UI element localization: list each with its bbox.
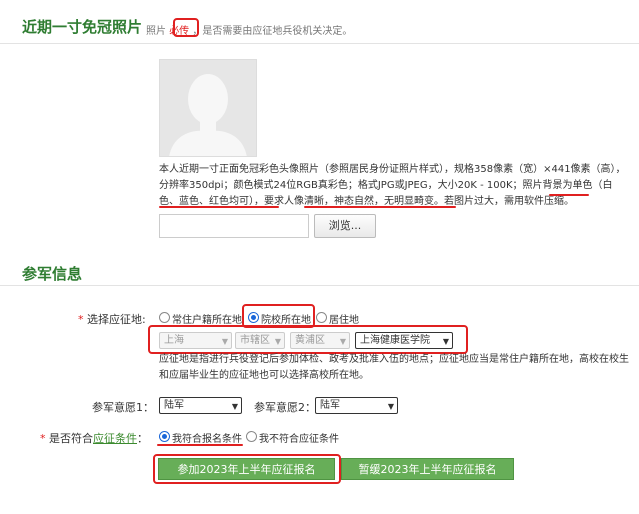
photo-requirements: 本人近期一寸正面免冠彩色头像照片（参照居民身份证照片样式），规格358像素（宽）… (159, 164, 626, 207)
radio-residence[interactable] (316, 312, 327, 323)
wish1-select[interactable]: 陆军 ▼ (159, 397, 242, 414)
chevron-down-icon: ▼ (231, 402, 238, 411)
photo-section-title: 近期一寸免冠照片 (22, 18, 143, 36)
eligible-prefix: 是否符合 (49, 432, 93, 445)
underline-eligible (157, 444, 243, 446)
enlist-section-title: 参军信息 (22, 265, 83, 283)
wish2-select[interactable]: 陆军 ▼ (315, 397, 398, 414)
location-hint: 应征地是指进行兵役登记后参加体检、政考及批准入伍的地点；应征地应当是常住户籍所在… (159, 354, 629, 381)
radio-household[interactable] (159, 312, 170, 323)
conditions-link[interactable]: 应征条件 (93, 432, 137, 445)
radio-household-label: 常住户籍所在地 (172, 315, 242, 326)
region-highlight (148, 325, 468, 354)
location-label-text: 选择应征地: (87, 313, 146, 326)
radio-eligible[interactable] (159, 431, 170, 442)
wish1-value: 陆军 (164, 400, 184, 411)
wish2-label: 参军意愿2： (254, 401, 316, 414)
wish1-label: 参军意愿1： (92, 401, 154, 414)
radio-not-eligible-label: 我不符合应征条件 (259, 434, 339, 445)
browse-button[interactable]: 浏览... (314, 214, 376, 238)
join-highlight (153, 454, 341, 484)
photo-note-suffix: ，是否需要由应征地兵役机关决定。 (192, 26, 353, 37)
eligible-suffix: ： (137, 432, 148, 445)
underline-colors (159, 206, 279, 208)
radio-not-eligible[interactable] (246, 431, 257, 442)
wish2-value: 陆军 (320, 400, 340, 411)
required-star: * (78, 313, 84, 326)
eligible-label: * 是否符合应征条件： (40, 430, 148, 446)
radio-eligible-label: 我符合报名条件 (172, 434, 242, 445)
required-star: * (40, 432, 46, 445)
location-label: * 选择应征地: (78, 311, 146, 327)
photo-note-prefix: 照片 (146, 26, 166, 37)
radio-residence-label: 居住地 (329, 315, 359, 326)
underline-clarity (304, 206, 456, 208)
photo-frame (159, 59, 257, 157)
underline-background (549, 194, 589, 196)
defer-enlist-button[interactable]: 暂缓2023年上半年应征报名 (341, 458, 514, 480)
required-highlight (173, 18, 199, 37)
enlist-section-header (0, 250, 639, 286)
chevron-down-icon: ▼ (387, 402, 394, 411)
photo-file-field[interactable] (159, 214, 309, 238)
